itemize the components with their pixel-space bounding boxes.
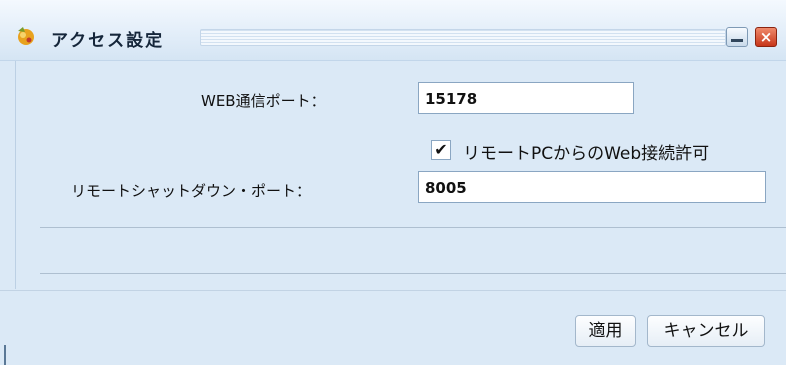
remote-web-checkbox[interactable]: ✔ (431, 140, 451, 160)
minimize-button[interactable] (726, 27, 748, 47)
access-settings-window: アクセス設定 × WEB通信ポート： 15178 ✔ リモートPCからのWeb接… (0, 0, 786, 365)
resize-edge (4, 345, 6, 365)
web-port-label: WEB通信ポート： (201, 92, 326, 110)
separator-top (40, 227, 786, 228)
title-bar[interactable]: アクセス設定 × (0, 0, 786, 61)
button-bar: 適用 キャンセル (0, 290, 786, 365)
close-button[interactable]: × (755, 27, 777, 47)
settings-panel: WEB通信ポート： 15178 ✔ リモートPCからのWeb接続許可 リモートシ… (15, 61, 786, 289)
separator-bottom (40, 273, 786, 274)
cancel-button[interactable]: キャンセル (647, 315, 765, 347)
remote-web-checkbox-label: リモートPCからのWeb接続許可 (463, 144, 710, 164)
app-icon (18, 27, 34, 45)
shutdown-port-label: リモートシャットダウン・ポート： (71, 182, 312, 200)
shutdown-port-input[interactable]: 8005 (418, 171, 766, 203)
window-title: アクセス設定 (51, 31, 165, 51)
web-port-input[interactable]: 15178 (418, 82, 634, 114)
title-bar-decoration (200, 29, 726, 46)
apply-button[interactable]: 適用 (575, 315, 636, 347)
